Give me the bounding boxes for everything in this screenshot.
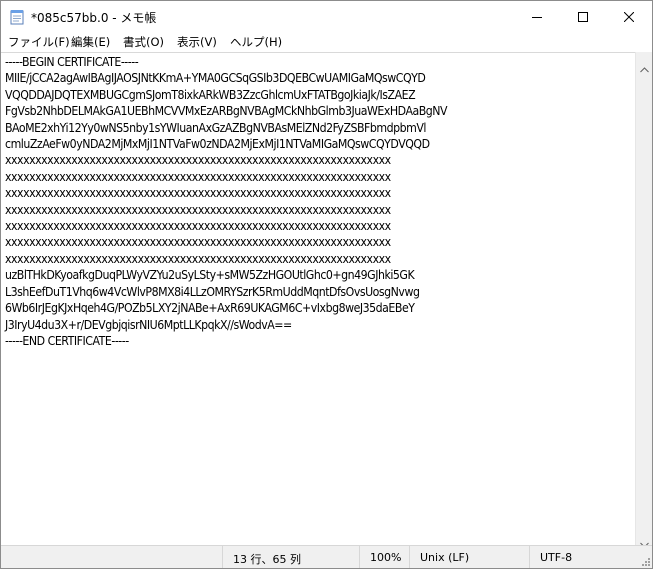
status-bar: 13 行、65 列 100% Unix (LF) UTF-8 <box>1 545 652 568</box>
window-title: *085c57bb.0 - メモ帳 <box>31 11 157 25</box>
menu-format[interactable]: 書式(O) <box>123 34 164 50</box>
text-line[interactable]: xxxxxxxxxxxxxxxxxxxxxxxxxxxxxxxxxxxxxxxx… <box>5 152 447 168</box>
close-icon <box>623 7 635 26</box>
cursor-position: 13 行、65 列 <box>233 553 301 566</box>
resize-grip-icon[interactable] <box>640 556 650 566</box>
text-line[interactable]: VQQDDAJDQTEXMBUGCgmSJomT8ixkARkWB3ZzcGhl… <box>5 87 447 103</box>
maximize-icon <box>578 7 588 26</box>
text-line[interactable]: xxxxxxxxxxxxxxxxxxxxxxxxxxxxxxxxxxxxxxxx… <box>5 234 447 250</box>
scroll-up-icon[interactable] <box>640 58 649 73</box>
status-divider <box>222 546 223 568</box>
status-divider <box>409 546 410 568</box>
notepad-icon <box>10 9 24 25</box>
minimize-button[interactable] <box>514 1 560 32</box>
menu-help[interactable]: ヘルプ(H) <box>230 34 282 50</box>
text-line[interactable]: -----END CERTIFICATE----- <box>5 333 447 349</box>
text-line[interactable]: 6Wb6IrJEgKJxHqeh4G/POZb5LXY2jNABe+AxR69U… <box>5 300 447 316</box>
title-bar[interactable]: *085c57bb.0 - メモ帳 <box>1 1 652 32</box>
text-line[interactable]: -----BEGIN CERTIFICATE----- <box>5 54 447 70</box>
text-line[interactable]: FgVsb2NhbDELMAkGA1UEBhMCVVMxEzARBgNVBAgM… <box>5 103 448 119</box>
close-button[interactable] <box>606 1 652 32</box>
text-line[interactable]: L3shEefDuT1Vhq6w4VcWlvP8MX8i4LLzOMRYSzrK… <box>5 284 447 300</box>
text-line[interactable]: cmluZzAeFw0yNDA2MjMxMjI1NTVaFw0zNDA2MjEx… <box>5 136 447 152</box>
status-divider <box>359 546 360 568</box>
text-line[interactable]: xxxxxxxxxxxxxxxxxxxxxxxxxxxxxxxxxxxxxxxx… <box>5 251 447 267</box>
editor-text[interactable]: -----BEGIN CERTIFICATE----- MIIE/jCCA2agA… <box>5 54 448 349</box>
minimize-icon <box>532 7 542 26</box>
scroll-down-icon[interactable] <box>640 533 649 548</box>
menu-edit[interactable]: 編集(E) <box>71 34 110 50</box>
encoding: UTF-8 <box>540 551 573 564</box>
text-line[interactable]: BAoME2xhYi12Yy0wNS5nby1sYWIuanAxGzAZBgNV… <box>5 120 447 136</box>
vertical-scrollbar[interactable] <box>635 52 652 548</box>
line-ending: Unix (LF) <box>420 551 470 564</box>
text-line[interactable]: J3IryU4du3X+r/DEVgbjqisrNIU6MptLLKpqkX//… <box>5 317 447 333</box>
status-divider <box>529 546 530 568</box>
text-line[interactable]: MIIE/jCCA2agAwIBAgIJAOSJNtKKmA+YMA0GCSqG… <box>5 70 447 86</box>
text-editor[interactable]: -----BEGIN CERTIFICATE----- MIIE/jCCA2agA… <box>1 52 635 546</box>
text-line[interactable]: uzBlTHkDKyoafkgDuqPLWyVZYu2uSyLSty+sMW5Z… <box>5 267 447 283</box>
maximize-button[interactable] <box>560 1 606 32</box>
text-line[interactable]: xxxxxxxxxxxxxxxxxxxxxxxxxxxxxxxxxxxxxxxx… <box>5 202 447 218</box>
notepad-window: *085c57bb.0 - メモ帳 ファイル(F) 編集(E) 書式(O) 表示… <box>0 0 653 569</box>
text-line[interactable]: xxxxxxxxxxxxxxxxxxxxxxxxxxxxxxxxxxxxxxxx… <box>5 185 447 201</box>
zoom-level: 100% <box>370 551 402 564</box>
menu-bar: ファイル(F) 編集(E) 書式(O) 表示(V) ヘルプ(H) <box>1 32 652 52</box>
text-line[interactable]: xxxxxxxxxxxxxxxxxxxxxxxxxxxxxxxxxxxxxxxx… <box>5 169 447 185</box>
menu-view[interactable]: 表示(V) <box>177 34 217 50</box>
text-line[interactable]: xxxxxxxxxxxxxxxxxxxxxxxxxxxxxxxxxxxxxxxx… <box>5 218 447 234</box>
menu-file[interactable]: ファイル(F) <box>8 34 70 50</box>
